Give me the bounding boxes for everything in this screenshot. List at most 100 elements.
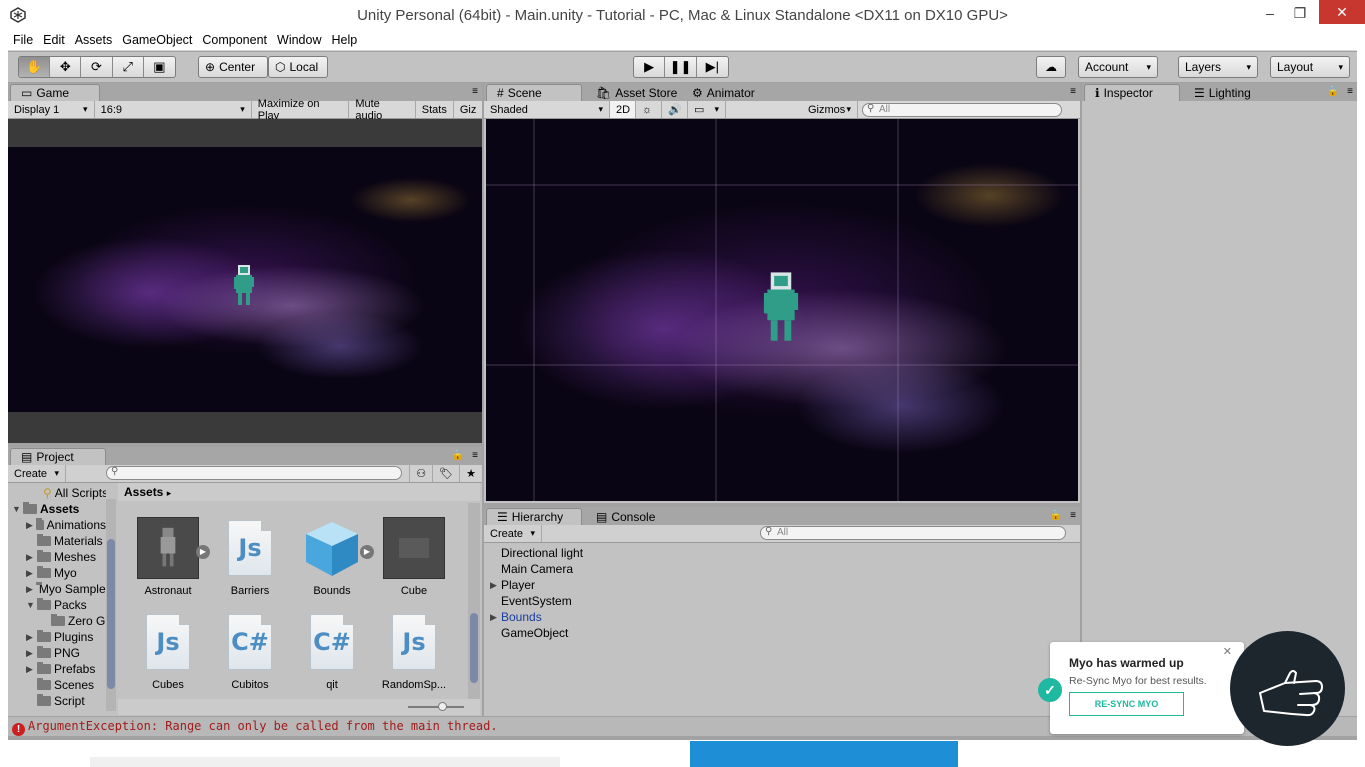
hierarchy-item[interactable]: ▶ Bounds [485,609,1075,625]
hierarchy-panel-menu-icon[interactable]: ≡ [1070,510,1076,521]
tree-item[interactable]: ▶ Prefabs [10,661,106,677]
hierarchy-item[interactable]: GameObject [485,625,1075,641]
scene-panel-menu-icon[interactable]: ≡ [1070,86,1076,97]
menu-file[interactable]: File [8,31,38,49]
tree-item[interactable]: ▶ Meshes [10,549,106,565]
display-dropdown[interactable]: Display 1 [8,101,95,118]
hierarchy-item[interactable]: Main Camera [485,561,1075,577]
mute-audio-toggle[interactable]: Mute audio [349,98,416,122]
shading-dropdown[interactable]: Shaded [484,101,610,118]
expand-arrow-icon[interactable]: ▼ [26,600,35,610]
asset-item[interactable]: C# qit [292,611,372,691]
project-search-input[interactable] [106,466,402,480]
filter-label-icon[interactable]: 🏷 [433,465,461,482]
aspect-dropdown[interactable]: 16:9 [95,101,252,118]
step-icon[interactable]: ▶| [697,57,728,77]
effects-dropdown-icon[interactable]: ▭ [688,101,726,118]
collapse-arrow-icon[interactable]: ▶ [26,552,34,563]
tree-item[interactable]: Zero G [10,613,106,629]
expand-asset-icon[interactable]: ▶ [196,545,210,559]
tree-item[interactable]: ▶ Myo Samples [10,581,106,597]
close-button[interactable]: ✕ [1319,0,1365,24]
tree-item[interactable]: Scenes [10,677,106,693]
tab-scene[interactable]: # Scene [486,84,582,101]
pivot-local-button[interactable]: ⬡ Local [268,56,328,78]
menu-help[interactable]: Help [326,31,362,49]
tab-game[interactable]: ▭ Game [10,84,100,101]
asset-item[interactable]: Bounds ▶ [292,517,374,597]
asset-item[interactable]: C# Cubitos [210,611,290,691]
tree-item[interactable]: ▼ Assets [10,501,106,517]
pause-icon[interactable]: ❚❚ [665,57,697,77]
move-tool-icon[interactable]: ✥ [50,57,82,77]
tree-item[interactable]: Script [10,693,106,709]
maximize-button[interactable]: ❐ [1285,2,1315,24]
project-create-dropdown[interactable]: Create [8,465,66,482]
assets-scrollbar[interactable] [468,503,480,699]
tab-animator[interactable]: ⚙ Animator [682,84,765,101]
collapse-arrow-icon[interactable]: ▶ [26,648,34,659]
2d-toggle[interactable]: 2D [610,101,636,118]
stats-toggle[interactable]: Stats [416,101,454,118]
asset-item[interactable]: Astronaut ▶ [128,517,210,597]
tree-item[interactable]: ▼ Packs [10,597,106,613]
collapse-arrow-icon[interactable]: ▶ [26,520,33,531]
asset-item[interactable]: Js Cubes [128,611,208,691]
minimize-button[interactable]: – [1255,2,1285,24]
rect-tool-icon[interactable]: ▣ [144,57,175,77]
resync-myo-button[interactable]: RE-SYNC MYO [1069,692,1184,716]
menu-assets[interactable]: Assets [70,31,118,49]
menu-gameobject[interactable]: GameObject [117,31,197,49]
lock-icon[interactable]: 🔒 [1327,86,1339,97]
tab-lighting[interactable]: ☰ Lighting [1184,84,1261,101]
tree-item[interactable]: ▶ Myo [10,565,106,581]
tab-hierarchy[interactable]: ☰ Hierarchy [486,508,582,525]
collapse-arrow-icon[interactable]: ▶ [26,584,33,595]
pivot-center-button[interactable]: ⊕ Center [198,56,268,78]
project-panel-menu-icon[interactable]: ≡ [472,450,478,461]
zoom-slider[interactable] [408,706,464,708]
tree-item[interactable]: Materials [10,533,106,549]
maximize-on-play-toggle[interactable]: Maximize on Play [252,98,350,122]
hierarchy-item[interactable]: Directional light [485,545,1075,561]
expand-arrow-icon[interactable]: ▼ [12,504,21,514]
cloud-button[interactable]: ☁ [1036,56,1066,78]
tree-item[interactable]: ▶ PNG [10,645,106,661]
hand-tool-icon[interactable]: ✋ [19,57,51,77]
tree-scrollbar-thumb[interactable] [107,539,115,689]
tree-scrollbar[interactable] [106,499,116,711]
assets-scrollbar-thumb[interactable] [470,613,478,683]
hierarchy-search-input[interactable]: All [760,526,1066,540]
scene-search-input[interactable]: All [862,103,1062,117]
layers-dropdown[interactable]: Layers [1178,56,1258,78]
asset-item[interactable]: Cube [374,517,454,597]
account-dropdown[interactable]: Account [1078,56,1158,78]
hierarchy-item[interactable]: ▶ Player [485,577,1075,593]
inspector-panel-menu-icon[interactable]: ≡ [1347,86,1353,97]
menu-component[interactable]: Component [197,31,272,49]
scene-view[interactable] [486,119,1078,501]
lighting-toggle-icon[interactable]: ☼ [636,101,662,118]
hierarchy-item[interactable]: EventSystem [485,593,1075,609]
hierarchy-lock-icon[interactable]: 🔒 [1050,510,1062,521]
asset-item[interactable]: Js Barriers [210,517,290,597]
collapse-arrow-icon[interactable]: ▶ [26,632,34,643]
tab-console[interactable]: ▤ Console [586,508,665,525]
game-gizmos-toggle[interactable]: Giz [454,101,482,118]
rotate-tool-icon[interactable]: ⟳ [81,57,113,77]
gizmos-dropdown[interactable]: Gizmos [802,101,858,118]
tab-asset-store[interactable]: 🛍 Asset Store [586,84,687,101]
menu-window[interactable]: Window [272,31,326,49]
expand-arrow-icon[interactable]: ▶ [490,609,497,625]
audio-toggle-icon[interactable]: 🔊 [662,101,688,118]
zoom-slider-thumb[interactable] [438,702,447,711]
layout-dropdown[interactable]: Layout [1270,56,1350,78]
asset-item[interactable]: Js RandomSp... [374,611,454,691]
tab-inspector[interactable]: ℹ Inspector [1084,84,1180,101]
tab-project[interactable]: ▤ Project [10,448,106,465]
project-lock-icon[interactable]: 🔒 [452,450,464,461]
favorites-icon[interactable]: ★ [460,465,482,482]
tree-item[interactable]: ⚲ All Scripts [10,485,106,501]
tree-item[interactable]: ▶ Plugins [10,629,106,645]
scale-tool-icon[interactable]: ⤢ [113,57,144,77]
